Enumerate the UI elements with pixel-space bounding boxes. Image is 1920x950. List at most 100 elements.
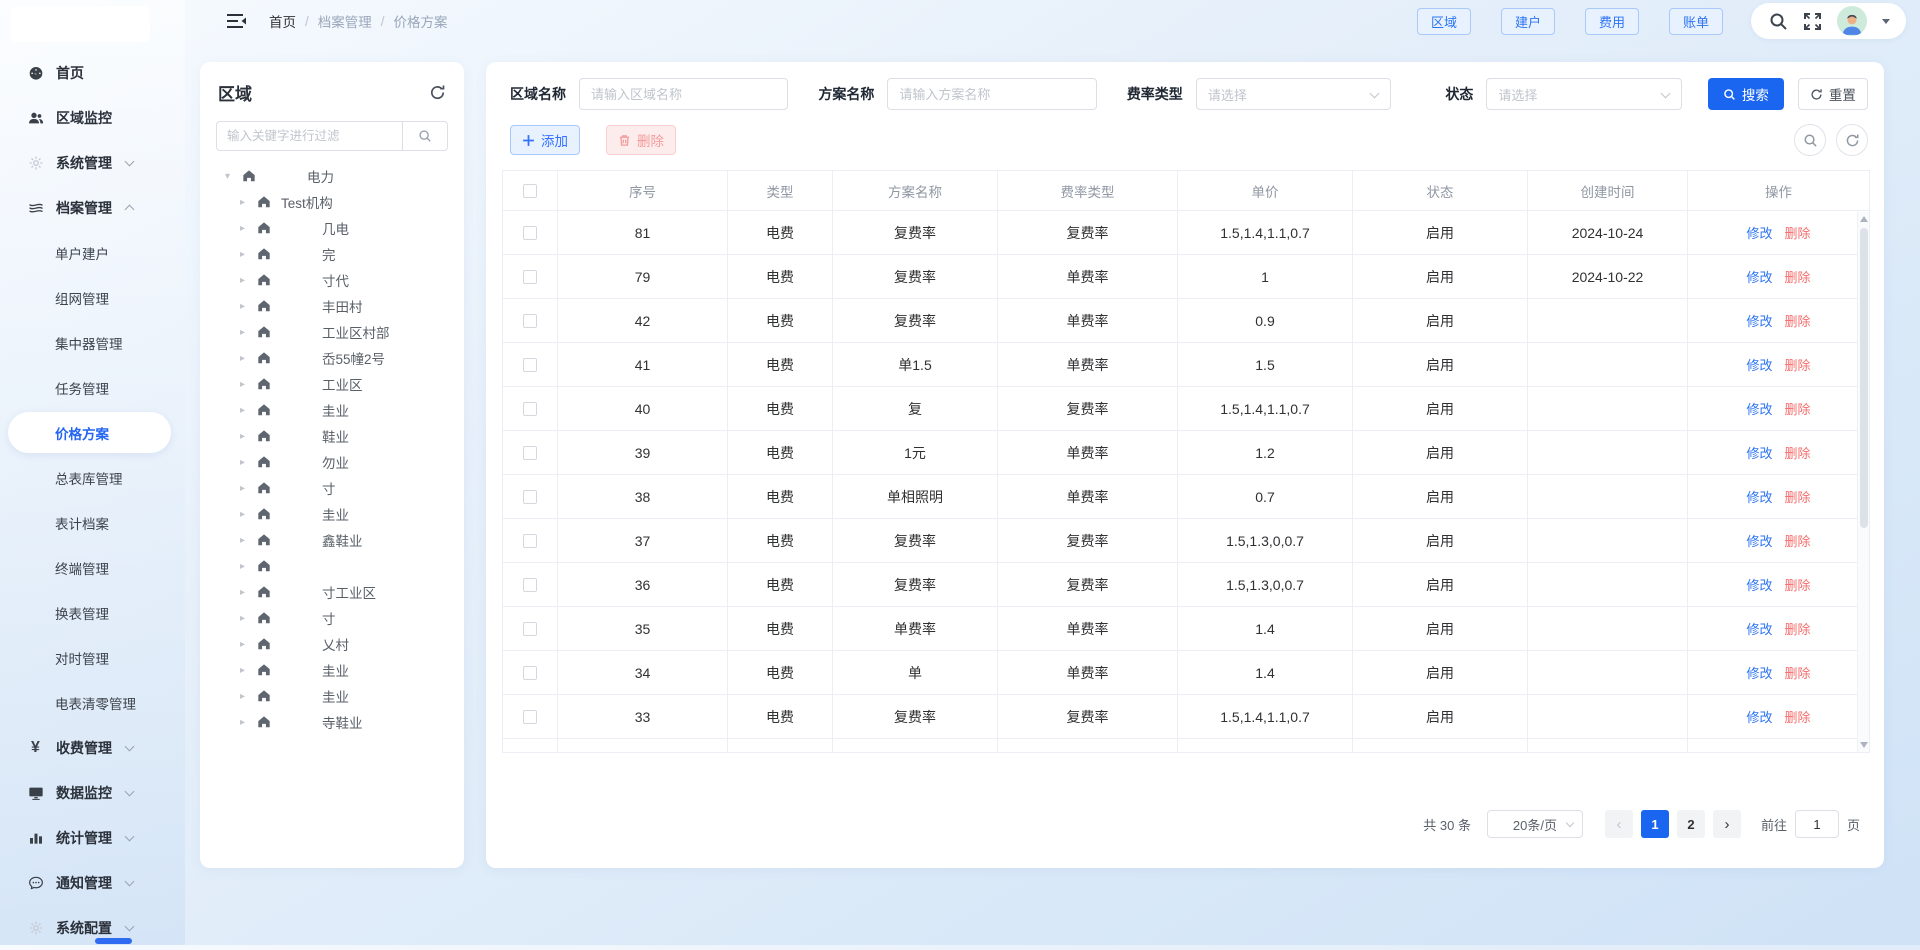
tree-caret-icon[interactable]: ▸ xyxy=(240,197,253,208)
edit-link[interactable]: 修改 xyxy=(1746,399,1772,418)
reset-button[interactable]: 重置 xyxy=(1798,78,1868,110)
tree-caret-icon[interactable]: ▸ xyxy=(240,405,253,416)
tree-caret-icon[interactable]: ▸ xyxy=(240,691,253,702)
tree-node[interactable]: ▸ 寸 xyxy=(200,605,464,631)
tree-caret-icon[interactable]: ▸ xyxy=(240,353,253,364)
tree-caret-icon[interactable]: ▸ xyxy=(240,665,253,676)
sidebar-subitem[interactable]: 价格方案 xyxy=(8,412,171,453)
tree-caret-icon[interactable]: ▸ xyxy=(240,431,253,442)
tree-node[interactable]: ▸ 完 xyxy=(200,241,464,267)
sidebar-item-notify-mgmt[interactable]: 通知管理 xyxy=(0,860,185,905)
delete-link[interactable]: 删除 xyxy=(1785,663,1811,682)
sidebar-subitem[interactable]: 总表库管理 xyxy=(0,455,185,500)
tree-caret-icon[interactable]: ▸ xyxy=(240,249,253,260)
row-checkbox[interactable] xyxy=(503,651,558,695)
region-name-input[interactable] xyxy=(579,78,788,110)
row-checkbox[interactable] xyxy=(503,519,558,563)
sidebar-item-home[interactable]: 首页 xyxy=(0,50,185,95)
sidebar-subitem[interactable]: 任务管理 xyxy=(0,365,185,410)
row-checkbox[interactable] xyxy=(503,475,558,519)
delete-link[interactable]: 删除 xyxy=(1785,487,1811,506)
select-all-checkbox[interactable] xyxy=(503,171,558,211)
prev-page-button[interactable]: ‹ xyxy=(1605,810,1633,838)
page-size-select[interactable]: 20条/页 xyxy=(1487,810,1583,838)
tree-node[interactable]: ▸ 寸 xyxy=(200,475,464,501)
tree-caret-icon[interactable]: ▸ xyxy=(240,535,253,546)
delete-link[interactable]: 删除 xyxy=(1785,707,1811,726)
edit-link[interactable]: 修改 xyxy=(1746,707,1772,726)
tree-caret-icon[interactable]: ▸ xyxy=(240,483,253,494)
tree-caret-icon[interactable]: ▸ xyxy=(240,301,253,312)
tree-node[interactable]: ▸ 鑫鞋业 xyxy=(200,527,464,553)
tree-caret-icon[interactable]: ▸ xyxy=(240,223,253,234)
sidebar-subitem[interactable]: 换表管理 xyxy=(0,590,185,635)
row-checkbox[interactable] xyxy=(503,607,558,651)
user-menu-caret-icon[interactable] xyxy=(1882,19,1890,24)
sidebar-item-archive-mgmt[interactable]: 档案管理 xyxy=(0,185,185,230)
scrollbar-thumb[interactable] xyxy=(1860,228,1868,528)
scroll-up-icon[interactable] xyxy=(1860,216,1868,222)
quick-button-account[interactable]: 建户 xyxy=(1501,8,1555,35)
tree-caret-icon[interactable]: ▸ xyxy=(240,587,253,598)
tree-node[interactable]: ▸ 勿业 xyxy=(200,449,464,475)
sidebar-item-stats-mgmt[interactable]: 统计管理 xyxy=(0,815,185,860)
edit-link[interactable]: 修改 xyxy=(1746,267,1772,286)
tree-caret-icon[interactable]: ▸ xyxy=(240,457,253,468)
tree-node[interactable]: ▸ 寸代 xyxy=(200,267,464,293)
page-button-1[interactable]: 1 xyxy=(1641,810,1669,838)
delete-link[interactable]: 删除 xyxy=(1785,443,1811,462)
collapse-menu-icon[interactable] xyxy=(227,13,247,29)
row-checkbox[interactable] xyxy=(503,343,558,387)
avatar[interactable] xyxy=(1837,6,1867,36)
add-button[interactable]: 添加 xyxy=(510,125,580,155)
row-checkbox[interactable] xyxy=(503,563,558,607)
tree-node[interactable]: ▸ 工业区村部 xyxy=(200,319,464,345)
sidebar-subitem[interactable]: 表计档案 xyxy=(0,500,185,545)
next-page-button[interactable]: › xyxy=(1713,810,1741,838)
sidebar-item-billing-mgmt[interactable]: ¥ 收费管理 xyxy=(0,725,185,770)
delete-link[interactable]: 删除 xyxy=(1785,223,1811,242)
tree-filter-search-button[interactable] xyxy=(402,121,448,151)
edit-link[interactable]: 修改 xyxy=(1746,575,1772,594)
tree-node[interactable]: ▸ 鞋业 xyxy=(200,423,464,449)
tree-caret-icon[interactable]: ▸ xyxy=(240,717,253,728)
sidebar-subitem[interactable]: 单户建户 xyxy=(0,230,185,275)
edit-link[interactable]: 修改 xyxy=(1746,487,1772,506)
edit-link[interactable]: 修改 xyxy=(1746,619,1772,638)
row-checkbox[interactable] xyxy=(503,299,558,343)
tree-node[interactable]: ▸ 寸工业区 xyxy=(200,579,464,605)
sidebar-subitem[interactable]: 电表清零管理 xyxy=(0,680,185,725)
delete-link[interactable]: 删除 xyxy=(1785,531,1811,550)
row-checkbox[interactable] xyxy=(503,387,558,431)
table-scrollbar[interactable] xyxy=(1857,212,1869,752)
sidebar-subitem[interactable]: 集中器管理 xyxy=(0,320,185,365)
tree-node[interactable]: ▸ Test机构 xyxy=(200,189,464,215)
delete-link[interactable]: 删除 xyxy=(1785,399,1811,418)
tree-caret-icon[interactable]: ▸ xyxy=(240,509,253,520)
delete-link[interactable]: 删除 xyxy=(1785,267,1811,286)
delete-button[interactable]: 删除 xyxy=(606,125,676,155)
tree-node[interactable]: ▸ 几电 xyxy=(200,215,464,241)
edit-link[interactable]: 修改 xyxy=(1746,355,1772,374)
tree-node[interactable]: ▸ 圭业 xyxy=(200,397,464,423)
table-refresh-icon-button[interactable] xyxy=(1836,124,1868,156)
edit-link[interactable]: 修改 xyxy=(1746,443,1772,462)
table-search-icon-button[interactable] xyxy=(1794,124,1826,156)
quick-button-fee[interactable]: 费用 xyxy=(1585,8,1639,35)
scroll-down-icon[interactable] xyxy=(1860,742,1868,748)
search-button[interactable]: 搜索 xyxy=(1708,78,1784,110)
tree-caret-icon[interactable]: ▸ xyxy=(240,561,253,572)
edit-link[interactable]: 修改 xyxy=(1746,531,1772,550)
tree-node[interactable]: ▸ 圭业 xyxy=(200,683,464,709)
sidebar-item-region-monitor[interactable]: 区域监控 xyxy=(0,95,185,140)
tree-node[interactable]: ▾ 电力 xyxy=(200,163,464,189)
row-checkbox[interactable] xyxy=(503,211,558,255)
edit-link[interactable]: 修改 xyxy=(1746,663,1772,682)
row-checkbox[interactable] xyxy=(503,739,558,752)
tree-caret-icon[interactable]: ▸ xyxy=(240,639,253,650)
quick-button-bill[interactable]: 账单 xyxy=(1669,8,1723,35)
page-button-2[interactable]: 2 xyxy=(1677,810,1705,838)
rate-type-select[interactable]: 请选择 xyxy=(1196,78,1392,110)
fullscreen-icon[interactable] xyxy=(1803,12,1822,31)
sidebar-item-system-config[interactable]: 系统配置 xyxy=(0,905,185,950)
